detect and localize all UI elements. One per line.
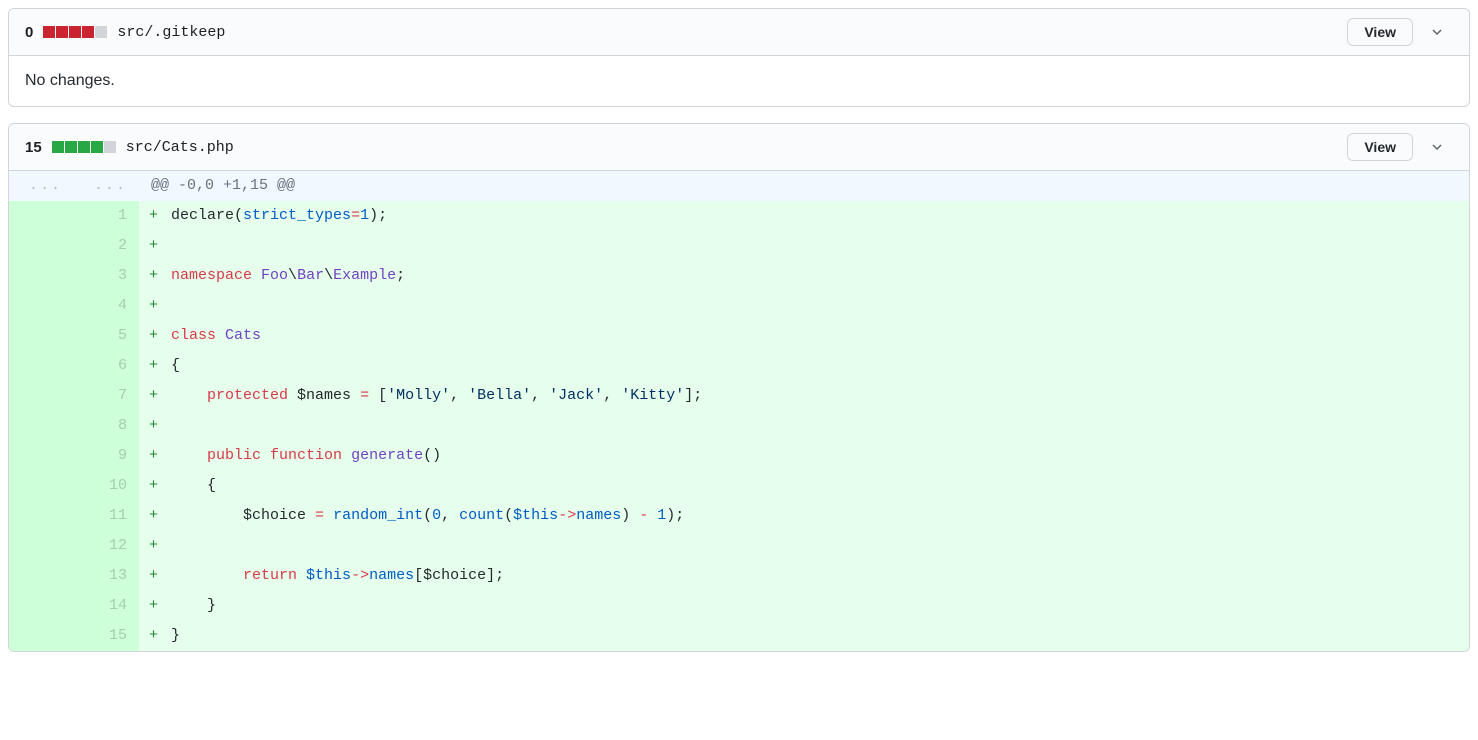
diff-line-added: 10+ { bbox=[9, 471, 1469, 501]
code-content[interactable]: + protected $names = ['Molly', 'Bella', … bbox=[139, 381, 1469, 411]
line-number-new: 10 bbox=[74, 471, 139, 501]
line-number-old bbox=[9, 561, 74, 591]
line-number-old bbox=[9, 621, 74, 651]
diff-line-added: 9+ public function generate() bbox=[9, 441, 1469, 471]
code-content[interactable]: +namespace Foo\Bar\Example; bbox=[139, 261, 1469, 291]
file-header: 0 src/.gitkeep View bbox=[9, 9, 1469, 55]
no-changes-message: No changes. bbox=[9, 55, 1469, 106]
line-number-old bbox=[9, 351, 74, 381]
chevron-down-icon[interactable] bbox=[1421, 132, 1453, 162]
line-number-old bbox=[9, 201, 74, 231]
line-number-new: 14 bbox=[74, 591, 139, 621]
diff-table: ......@@ -0,0 +1,15 @@1+declare(strict_t… bbox=[9, 170, 1469, 651]
file-path[interactable]: src/.gitkeep bbox=[117, 24, 225, 41]
line-number-new: 2 bbox=[74, 231, 139, 261]
diff-line-added: 4+ bbox=[9, 291, 1469, 321]
code-content[interactable]: +class Cats bbox=[139, 321, 1469, 351]
diff-line-added: 12+ bbox=[9, 531, 1469, 561]
diff-line-added: 3+namespace Foo\Bar\Example; bbox=[9, 261, 1469, 291]
line-number-new: 7 bbox=[74, 381, 139, 411]
diffstat-square bbox=[69, 26, 81, 38]
hunk-header: @@ -0,0 +1,15 @@ bbox=[139, 171, 1469, 202]
line-number-new: 15 bbox=[74, 621, 139, 651]
code-content[interactable]: + $choice = random_int(0, count($this->n… bbox=[139, 501, 1469, 531]
line-number-old bbox=[9, 531, 74, 561]
diffstat-square bbox=[56, 26, 68, 38]
line-number-new: 13 bbox=[74, 561, 139, 591]
diffstat-squares bbox=[52, 141, 116, 153]
line-number-old bbox=[9, 591, 74, 621]
code-content[interactable]: +{ bbox=[139, 351, 1469, 381]
diff-line-added: 13+ return $this->names[$choice]; bbox=[9, 561, 1469, 591]
code-content[interactable]: +declare(strict_types=1); bbox=[139, 201, 1469, 231]
file-header: 15 src/Cats.php View bbox=[9, 124, 1469, 170]
line-number-new: 5 bbox=[74, 321, 139, 351]
code-content[interactable]: + bbox=[139, 231, 1469, 261]
line-number-old: ... bbox=[9, 171, 74, 202]
line-number-new: 1 bbox=[74, 201, 139, 231]
code-content[interactable]: + } bbox=[139, 591, 1469, 621]
diffstat-square bbox=[43, 26, 55, 38]
line-number-new: 8 bbox=[74, 411, 139, 441]
chevron-down-icon[interactable] bbox=[1421, 17, 1453, 47]
line-number-old bbox=[9, 231, 74, 261]
diff-count: 0 bbox=[25, 24, 33, 41]
diff-line-added: 8+ bbox=[9, 411, 1469, 441]
line-number-old bbox=[9, 471, 74, 501]
hunk-header-row: ......@@ -0,0 +1,15 @@ bbox=[9, 171, 1469, 202]
line-number-old bbox=[9, 501, 74, 531]
diff-line-added: 2+ bbox=[9, 231, 1469, 261]
diff-line-added: 1+declare(strict_types=1); bbox=[9, 201, 1469, 231]
diffstat-square bbox=[104, 141, 116, 153]
diffstat-square bbox=[82, 26, 94, 38]
code-content[interactable]: +} bbox=[139, 621, 1469, 651]
diffstat-square bbox=[65, 141, 77, 153]
line-number-new: 11 bbox=[74, 501, 139, 531]
diffstat-squares bbox=[43, 26, 107, 38]
diffstat-square bbox=[52, 141, 64, 153]
line-number-old bbox=[9, 291, 74, 321]
view-button[interactable]: View bbox=[1347, 18, 1413, 46]
line-number-new: ... bbox=[74, 171, 139, 202]
diff-line-added: 15+} bbox=[9, 621, 1469, 651]
diff-count: 15 bbox=[25, 139, 42, 156]
code-content[interactable]: + public function generate() bbox=[139, 441, 1469, 471]
line-number-old bbox=[9, 381, 74, 411]
code-content[interactable]: + bbox=[139, 291, 1469, 321]
code-content[interactable]: + bbox=[139, 531, 1469, 561]
diff-line-added: 5+class Cats bbox=[9, 321, 1469, 351]
line-number-new: 3 bbox=[74, 261, 139, 291]
line-number-old bbox=[9, 441, 74, 471]
file-block: 0 src/.gitkeep View No changes. bbox=[8, 8, 1470, 107]
view-button[interactable]: View bbox=[1347, 133, 1413, 161]
line-number-new: 4 bbox=[74, 291, 139, 321]
diff-line-added: 11+ $choice = random_int(0, count($this-… bbox=[9, 501, 1469, 531]
diffstat-square bbox=[91, 141, 103, 153]
line-number-new: 12 bbox=[74, 531, 139, 561]
code-content[interactable]: + bbox=[139, 411, 1469, 441]
diff-line-added: 7+ protected $names = ['Molly', 'Bella',… bbox=[9, 381, 1469, 411]
line-number-old bbox=[9, 321, 74, 351]
code-content[interactable]: + return $this->names[$choice]; bbox=[139, 561, 1469, 591]
diffstat-square bbox=[95, 26, 107, 38]
code-content[interactable]: + { bbox=[139, 471, 1469, 501]
file-path[interactable]: src/Cats.php bbox=[126, 139, 234, 156]
file-block: 15src/Cats.phpView......@@ -0,0 +1,15 @@… bbox=[8, 123, 1470, 652]
line-number-new: 9 bbox=[74, 441, 139, 471]
diff-line-added: 6+{ bbox=[9, 351, 1469, 381]
line-number-new: 6 bbox=[74, 351, 139, 381]
line-number-old bbox=[9, 411, 74, 441]
diff-line-added: 14+ } bbox=[9, 591, 1469, 621]
line-number-old bbox=[9, 261, 74, 291]
diffstat-square bbox=[78, 141, 90, 153]
